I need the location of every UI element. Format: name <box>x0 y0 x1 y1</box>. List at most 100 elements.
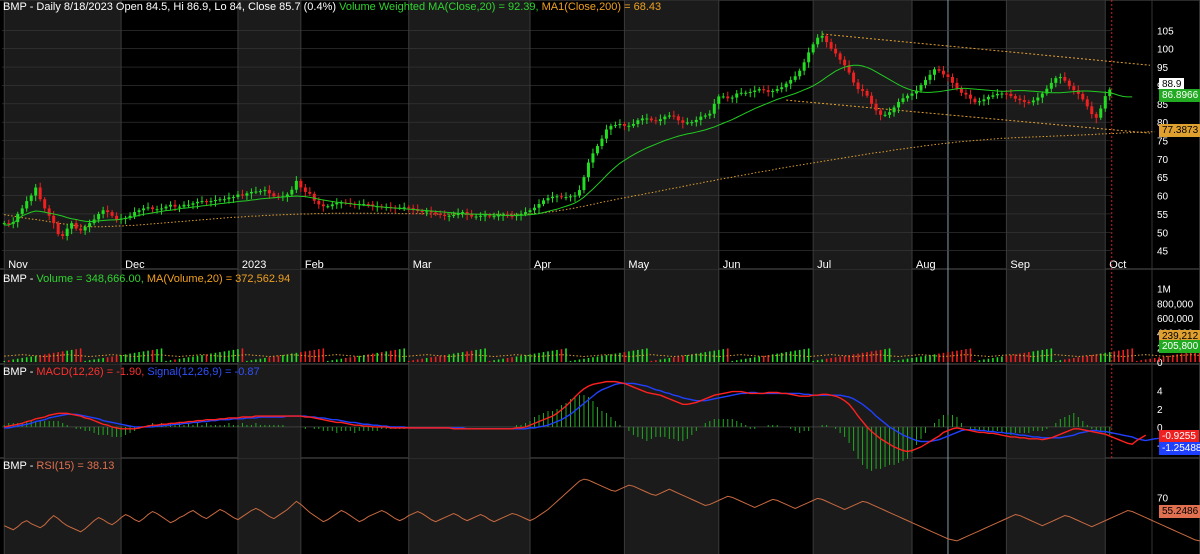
candle-body <box>753 90 757 93</box>
candle-body <box>789 79 793 84</box>
candle-body <box>798 70 802 77</box>
macd-y-tick-label: 2 <box>1157 405 1163 416</box>
candle-body <box>968 94 972 99</box>
x-tick-label: Jul <box>817 259 831 271</box>
price-y-tick-label: 105 <box>1157 26 1174 37</box>
candle-body <box>658 119 662 122</box>
candle-body <box>1031 100 1035 103</box>
candle-body <box>762 89 766 91</box>
price-panel-header: BMP - Daily 8/18/2023 Open 84.5, Hi 86.9… <box>3 1 661 13</box>
candle-body <box>106 210 110 213</box>
candle-body <box>101 210 105 214</box>
volume-value-tag: 205,800 <box>1159 340 1200 353</box>
candle-body <box>928 74 932 80</box>
candle-body <box>685 122 689 124</box>
candle-body <box>802 62 806 71</box>
month-shade <box>4 365 122 458</box>
month-shade <box>1006 270 1106 364</box>
candle-body <box>555 196 559 198</box>
candle-body <box>38 187 42 200</box>
candle-body <box>479 215 483 217</box>
month-shade <box>237 365 301 458</box>
candle-body <box>164 206 168 209</box>
candle-body <box>852 72 856 83</box>
volume-header-value: Volume = 348,666.00, <box>36 273 144 285</box>
candle-body <box>573 195 577 197</box>
candle-body <box>303 187 307 192</box>
candle-body <box>25 201 29 209</box>
candle-body <box>757 89 761 91</box>
volume-y-tick-label: 1M <box>1157 285 1171 296</box>
candle-body <box>43 199 47 209</box>
candle-body <box>1081 93 1085 100</box>
candle-body <box>299 180 303 188</box>
price-header-ticker: BMP - Daily 8/18/2023 Open 84.5, Hi 86.9… <box>3 1 337 13</box>
candle-body <box>258 191 262 193</box>
candle-body <box>47 208 51 216</box>
candle-body <box>1009 93 1013 97</box>
candle-body <box>892 107 896 113</box>
candle-body <box>631 123 635 126</box>
candle-body <box>730 97 734 99</box>
month-shade <box>237 1 301 269</box>
candle-body <box>52 215 56 224</box>
candle-body <box>488 215 492 217</box>
candle-body <box>703 115 707 117</box>
candle-body <box>61 234 65 236</box>
candle-body <box>308 191 312 194</box>
candle-body <box>88 223 92 227</box>
candle-body <box>133 212 137 216</box>
candle-body <box>879 110 883 115</box>
candle-body <box>312 193 316 201</box>
month-shade <box>1006 1 1106 269</box>
candle-body <box>366 204 370 206</box>
candle-body <box>97 213 101 220</box>
candle-body <box>1000 93 1004 95</box>
price-y-tick-label: 45 <box>1157 247 1169 258</box>
candle-body <box>209 201 213 203</box>
candle-body <box>182 204 186 207</box>
candle-body <box>1049 82 1053 89</box>
candle-body <box>79 228 83 231</box>
month-shade <box>4 459 122 554</box>
candle-body <box>2 223 6 225</box>
candle-body <box>537 204 541 208</box>
candle-body <box>155 209 159 211</box>
rsi-header-ticker: BMP - <box>3 460 37 472</box>
candle-body <box>690 122 694 124</box>
candle-body <box>865 90 869 96</box>
candle-body <box>142 208 146 211</box>
candle-body <box>937 69 941 71</box>
candle-body <box>204 201 208 203</box>
candle-body <box>568 196 572 198</box>
month-shade <box>624 365 719 458</box>
candle-body <box>195 201 199 204</box>
candle-body <box>564 197 568 199</box>
candle-body <box>816 37 820 45</box>
candle-body <box>443 215 447 217</box>
candle-body <box>65 228 69 236</box>
x-tick-label: Mar <box>413 259 432 271</box>
candle-body <box>407 207 411 209</box>
candle-body <box>834 48 838 54</box>
macd-y-tick-label: 4 <box>1157 387 1163 398</box>
month-shade <box>624 1 719 269</box>
candle-body <box>546 198 550 201</box>
candle-body <box>213 199 217 202</box>
candle-body <box>326 206 330 208</box>
ma200-value-tag: 77.3873 <box>1159 124 1200 137</box>
candle-body <box>748 92 752 94</box>
candle-body <box>1058 76 1062 79</box>
candle-body <box>640 118 644 121</box>
candle-body <box>249 191 253 194</box>
candle-body <box>829 42 833 49</box>
candle-body <box>186 204 190 206</box>
x-tick-label: Nov <box>8 259 28 271</box>
candle-body <box>1018 98 1022 101</box>
macd-header-value: MACD(12,26) = -1.90, <box>36 366 145 378</box>
month-shade <box>408 270 531 364</box>
candle-body <box>825 35 829 43</box>
volume-header-ticker: BMP - <box>3 273 37 285</box>
candle-body <box>856 82 860 90</box>
candle-body <box>739 92 743 94</box>
